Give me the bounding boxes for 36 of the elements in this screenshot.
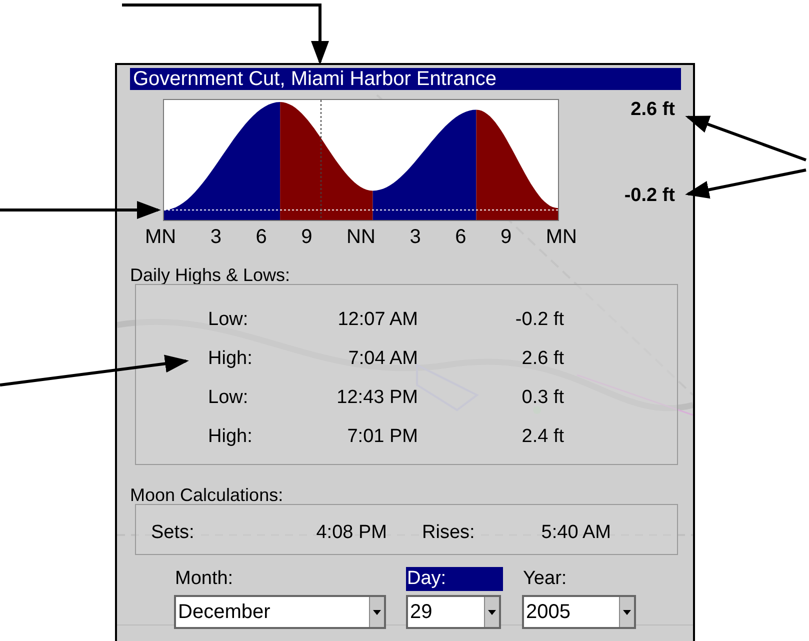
time-value: 7:04 AM: [347, 348, 418, 370]
height-value: 0.3 ft: [520, 387, 564, 409]
section-heading: Daily Highs & Lows:: [130, 265, 292, 285]
dropdown[interactable]: 2005: [522, 595, 636, 629]
field-label: Day:: [406, 567, 503, 591]
field-label: Sets:: [151, 522, 196, 544]
row-label: High:: [208, 348, 254, 370]
time-value: 12:07 AM: [336, 309, 418, 331]
time-value: 4:08 PM: [315, 522, 387, 544]
time-value: 5:40 AM: [540, 522, 611, 544]
axis-label: 6: [256, 226, 267, 248]
window-title: Government Cut, Miami Harbor Entrance: [130, 68, 681, 90]
axis-label: 3: [410, 226, 421, 248]
axis-label: 2.6 ft: [630, 99, 675, 121]
axis-label: -0.2 ft: [624, 185, 675, 207]
axis-label: MN: [145, 226, 176, 248]
height-value: 2.4 ft: [520, 426, 564, 448]
row-label: Low:: [208, 309, 250, 331]
time-value: 7:01 PM: [346, 426, 418, 448]
dropdown[interactable]: December: [174, 595, 386, 629]
time-value: 12:43 PM: [336, 387, 418, 409]
field-label: Month:: [174, 567, 234, 591]
row-label: Low:: [208, 387, 250, 409]
axis-label: 6: [455, 226, 466, 248]
height-value: -0.2 ft: [514, 309, 564, 331]
field-label: Rises:: [421, 522, 476, 544]
axis-label: 9: [500, 226, 512, 248]
row-label: High:: [208, 426, 254, 448]
axis-label: MN: [546, 226, 577, 248]
section-heading: Moon Calculations:: [130, 485, 284, 505]
field-label: Year:: [522, 567, 568, 591]
axis-label: 9: [301, 226, 312, 248]
dropdown[interactable]: 29: [406, 595, 501, 629]
axis-label: NN: [346, 226, 376, 248]
height-value: 2.6 ft: [520, 348, 564, 370]
axis-label: 3: [210, 226, 222, 248]
